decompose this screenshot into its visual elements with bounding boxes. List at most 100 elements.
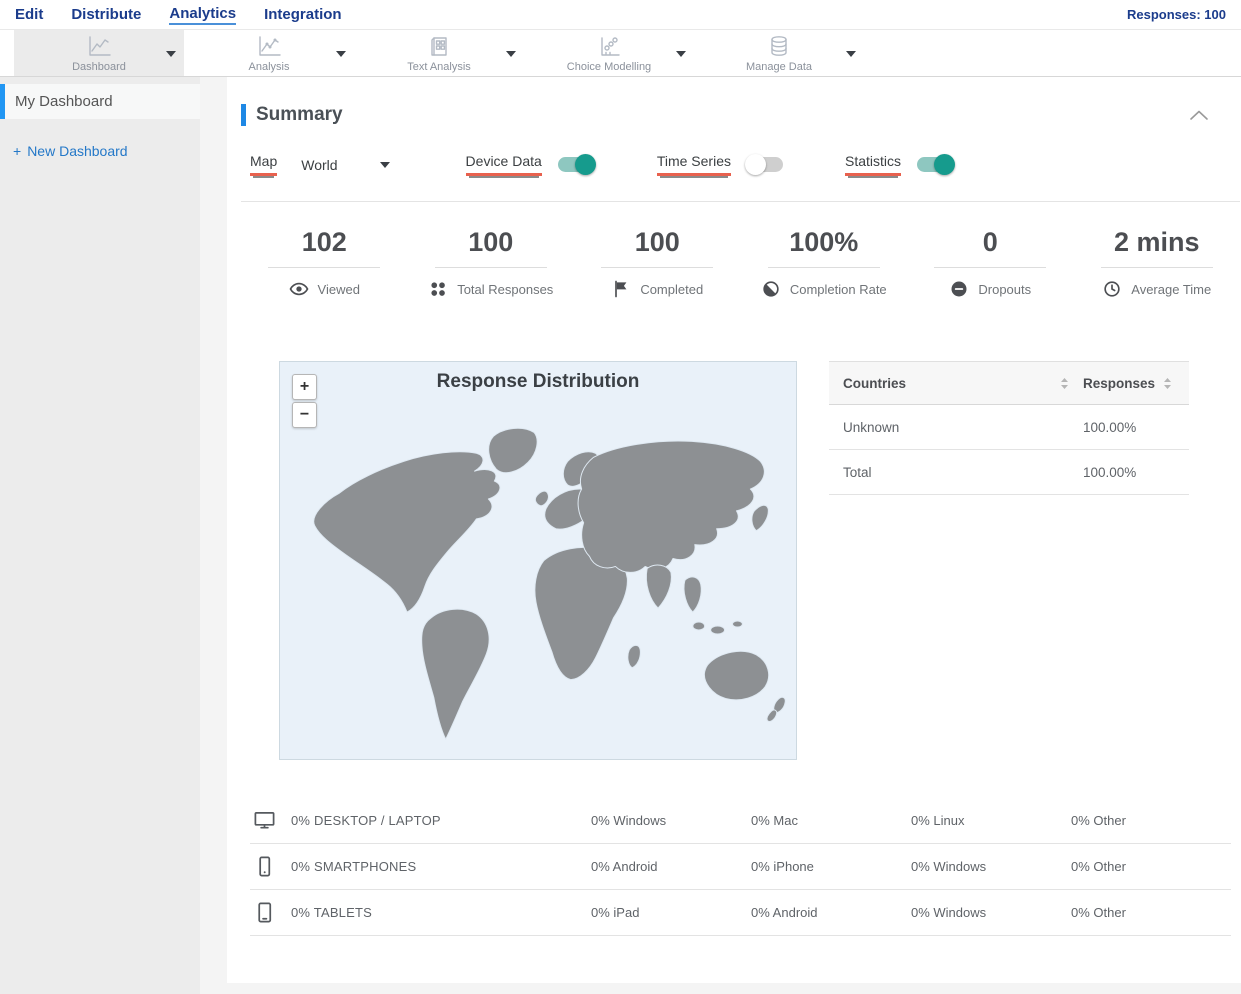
device-stat: 0% Other (1071, 905, 1126, 920)
toolbar-label: Analysis (248, 60, 290, 73)
device-stat: 0% Mac (751, 813, 798, 828)
stat-label: Completed (640, 281, 704, 297)
time-series-label: Time Series (656, 153, 731, 176)
database-icon (767, 34, 791, 58)
plus-icon: + (13, 143, 22, 159)
toggle-knob (744, 154, 766, 175)
sidebar-item-my-dashboard[interactable]: My Dashboard (0, 84, 200, 119)
device-data-label: Device Data (465, 153, 542, 176)
stat-value: 100% (789, 227, 859, 257)
toggle-knob (574, 154, 596, 175)
sidebar-item-label: My Dashboard (15, 93, 113, 110)
device-stat: 0% Other (1071, 813, 1126, 828)
line-chart-points-icon (256, 34, 282, 58)
chevron-down-icon[interactable] (379, 161, 390, 168)
device-stat: 0% Windows (911, 859, 987, 874)
countries-table-header: Countries Responses (829, 361, 1189, 405)
chevron-down-icon[interactable] (336, 51, 346, 57)
nav-integration[interactable]: Integration (264, 6, 342, 24)
map-region-select[interactable]: World (301, 157, 337, 173)
time-series-toggle[interactable] (744, 154, 783, 175)
countries-table: Countries Responses Unknown 100.00% Tota… (829, 361, 1189, 760)
stat-label: Average Time (1131, 281, 1212, 297)
divider (767, 267, 880, 268)
page-title: Summary (256, 104, 343, 125)
chevron-down-icon[interactable] (506, 51, 516, 57)
line-chart-icon (86, 34, 112, 58)
device-category-label: 0% DESKTOP / LAPTOP (291, 813, 441, 828)
dots-grid-icon (428, 279, 448, 299)
stat-total-responses: 100 Total Responses (408, 227, 575, 304)
nav-analytics[interactable]: Analytics (169, 5, 237, 25)
toolbar-manage-data[interactable]: Manage Data (694, 30, 864, 76)
smartphone-icon (250, 855, 278, 878)
response-distribution-map[interactable]: Response Distribution + − (279, 361, 797, 760)
countries-column-label: Countries (843, 375, 907, 391)
chevron-up-icon (1190, 110, 1208, 120)
dashboard-sidebar: My Dashboard + New Dashboard (0, 77, 200, 994)
statistics-toggle[interactable] (917, 154, 955, 175)
stat-value: 2 mins (1113, 227, 1200, 257)
toolbar-analysis[interactable]: Analysis (184, 30, 354, 76)
toolbar-text-analysis[interactable]: Text Analysis (354, 30, 524, 76)
divider (934, 267, 1047, 268)
analytics-toolbar: Dashboard Analysis Text Analysis Choice … (0, 30, 1241, 77)
divider (268, 267, 381, 268)
stat-label: Viewed (317, 281, 360, 297)
chevron-down-icon[interactable] (676, 51, 686, 57)
responses-column-label: Responses (1083, 375, 1156, 391)
nav-edit[interactable]: Edit (15, 6, 43, 24)
device-stat: 0% Windows (591, 813, 667, 828)
device-stat: 0% Windows (911, 905, 987, 920)
device-data-toggle[interactable] (557, 154, 596, 175)
device-category-label: 0% SMARTPHONES (291, 859, 417, 874)
device-data-control: Device Data (465, 153, 596, 176)
table-row: Total 100.00% (829, 450, 1189, 495)
stat-value: 100 (634, 227, 680, 257)
time-series-control: Time Series (656, 153, 783, 176)
minus-circle-icon (949, 279, 969, 299)
device-stat: 0% iPad (591, 905, 640, 920)
sort-icon[interactable] (1060, 377, 1069, 390)
summary-controls: Map World Device Data Time Series Statis… (241, 153, 1240, 176)
nav-distribute[interactable]: Distribute (71, 6, 141, 24)
map-label: Map (250, 153, 278, 176)
stat-label: Completion Rate (789, 281, 887, 297)
top-navigation: Edit Distribute Analytics Integration Re… (0, 0, 1241, 30)
toggle-knob (934, 154, 955, 175)
stat-value: 100 (468, 227, 514, 257)
stat-dropouts: 0 Dropouts (907, 227, 1074, 304)
zoom-out-button[interactable]: − (292, 402, 317, 428)
toolbar-label: Text Analysis (407, 60, 471, 73)
zoom-in-button[interactable]: + (292, 374, 317, 400)
stat-average-time: 2 mins Average Time (1074, 227, 1241, 304)
new-dashboard-button[interactable]: + New Dashboard (13, 143, 200, 159)
contrast-circle-icon (761, 279, 781, 299)
divider (1100, 267, 1213, 268)
toolbar-label: Dashboard (72, 60, 126, 73)
table-row: 0% SMARTPHONES 0% Android 0% iPhone 0% W… (250, 844, 1231, 890)
sort-icon[interactable] (1163, 377, 1172, 390)
summary-card: Summary Map World Device Data Time Serie… (227, 77, 1241, 983)
toolbar-choice-modelling[interactable]: Choice Modelling (524, 30, 694, 76)
countries-column-header[interactable]: Countries (843, 376, 1069, 391)
world-map[interactable] (280, 362, 796, 759)
stat-label: Dropouts (978, 281, 1032, 297)
section-accent-bar (241, 104, 246, 126)
collapse-section-button[interactable] (1190, 110, 1208, 120)
stat-completed: 100 Completed (574, 227, 741, 304)
toolbar-label: Choice Modelling (566, 60, 652, 73)
eye-icon (289, 279, 309, 299)
chevron-down-icon[interactable] (166, 51, 176, 57)
chevron-down-icon[interactable] (846, 51, 856, 57)
table-row: 0% DESKTOP / LAPTOP 0% Windows 0% Mac 0%… (250, 798, 1231, 844)
device-stat: 0% Android (591, 859, 658, 874)
new-dashboard-label: New Dashboard (27, 143, 128, 159)
statistics-control: Statistics (844, 153, 955, 176)
stat-value: 102 (301, 227, 347, 257)
map-section: Response Distribution + − Countries Resp… (241, 361, 1240, 760)
statistics-label: Statistics (844, 153, 901, 176)
responses-column-header[interactable]: Responses (1083, 376, 1175, 391)
toolbar-dashboard[interactable]: Dashboard (14, 30, 184, 76)
device-stat: 0% Other (1071, 859, 1126, 874)
